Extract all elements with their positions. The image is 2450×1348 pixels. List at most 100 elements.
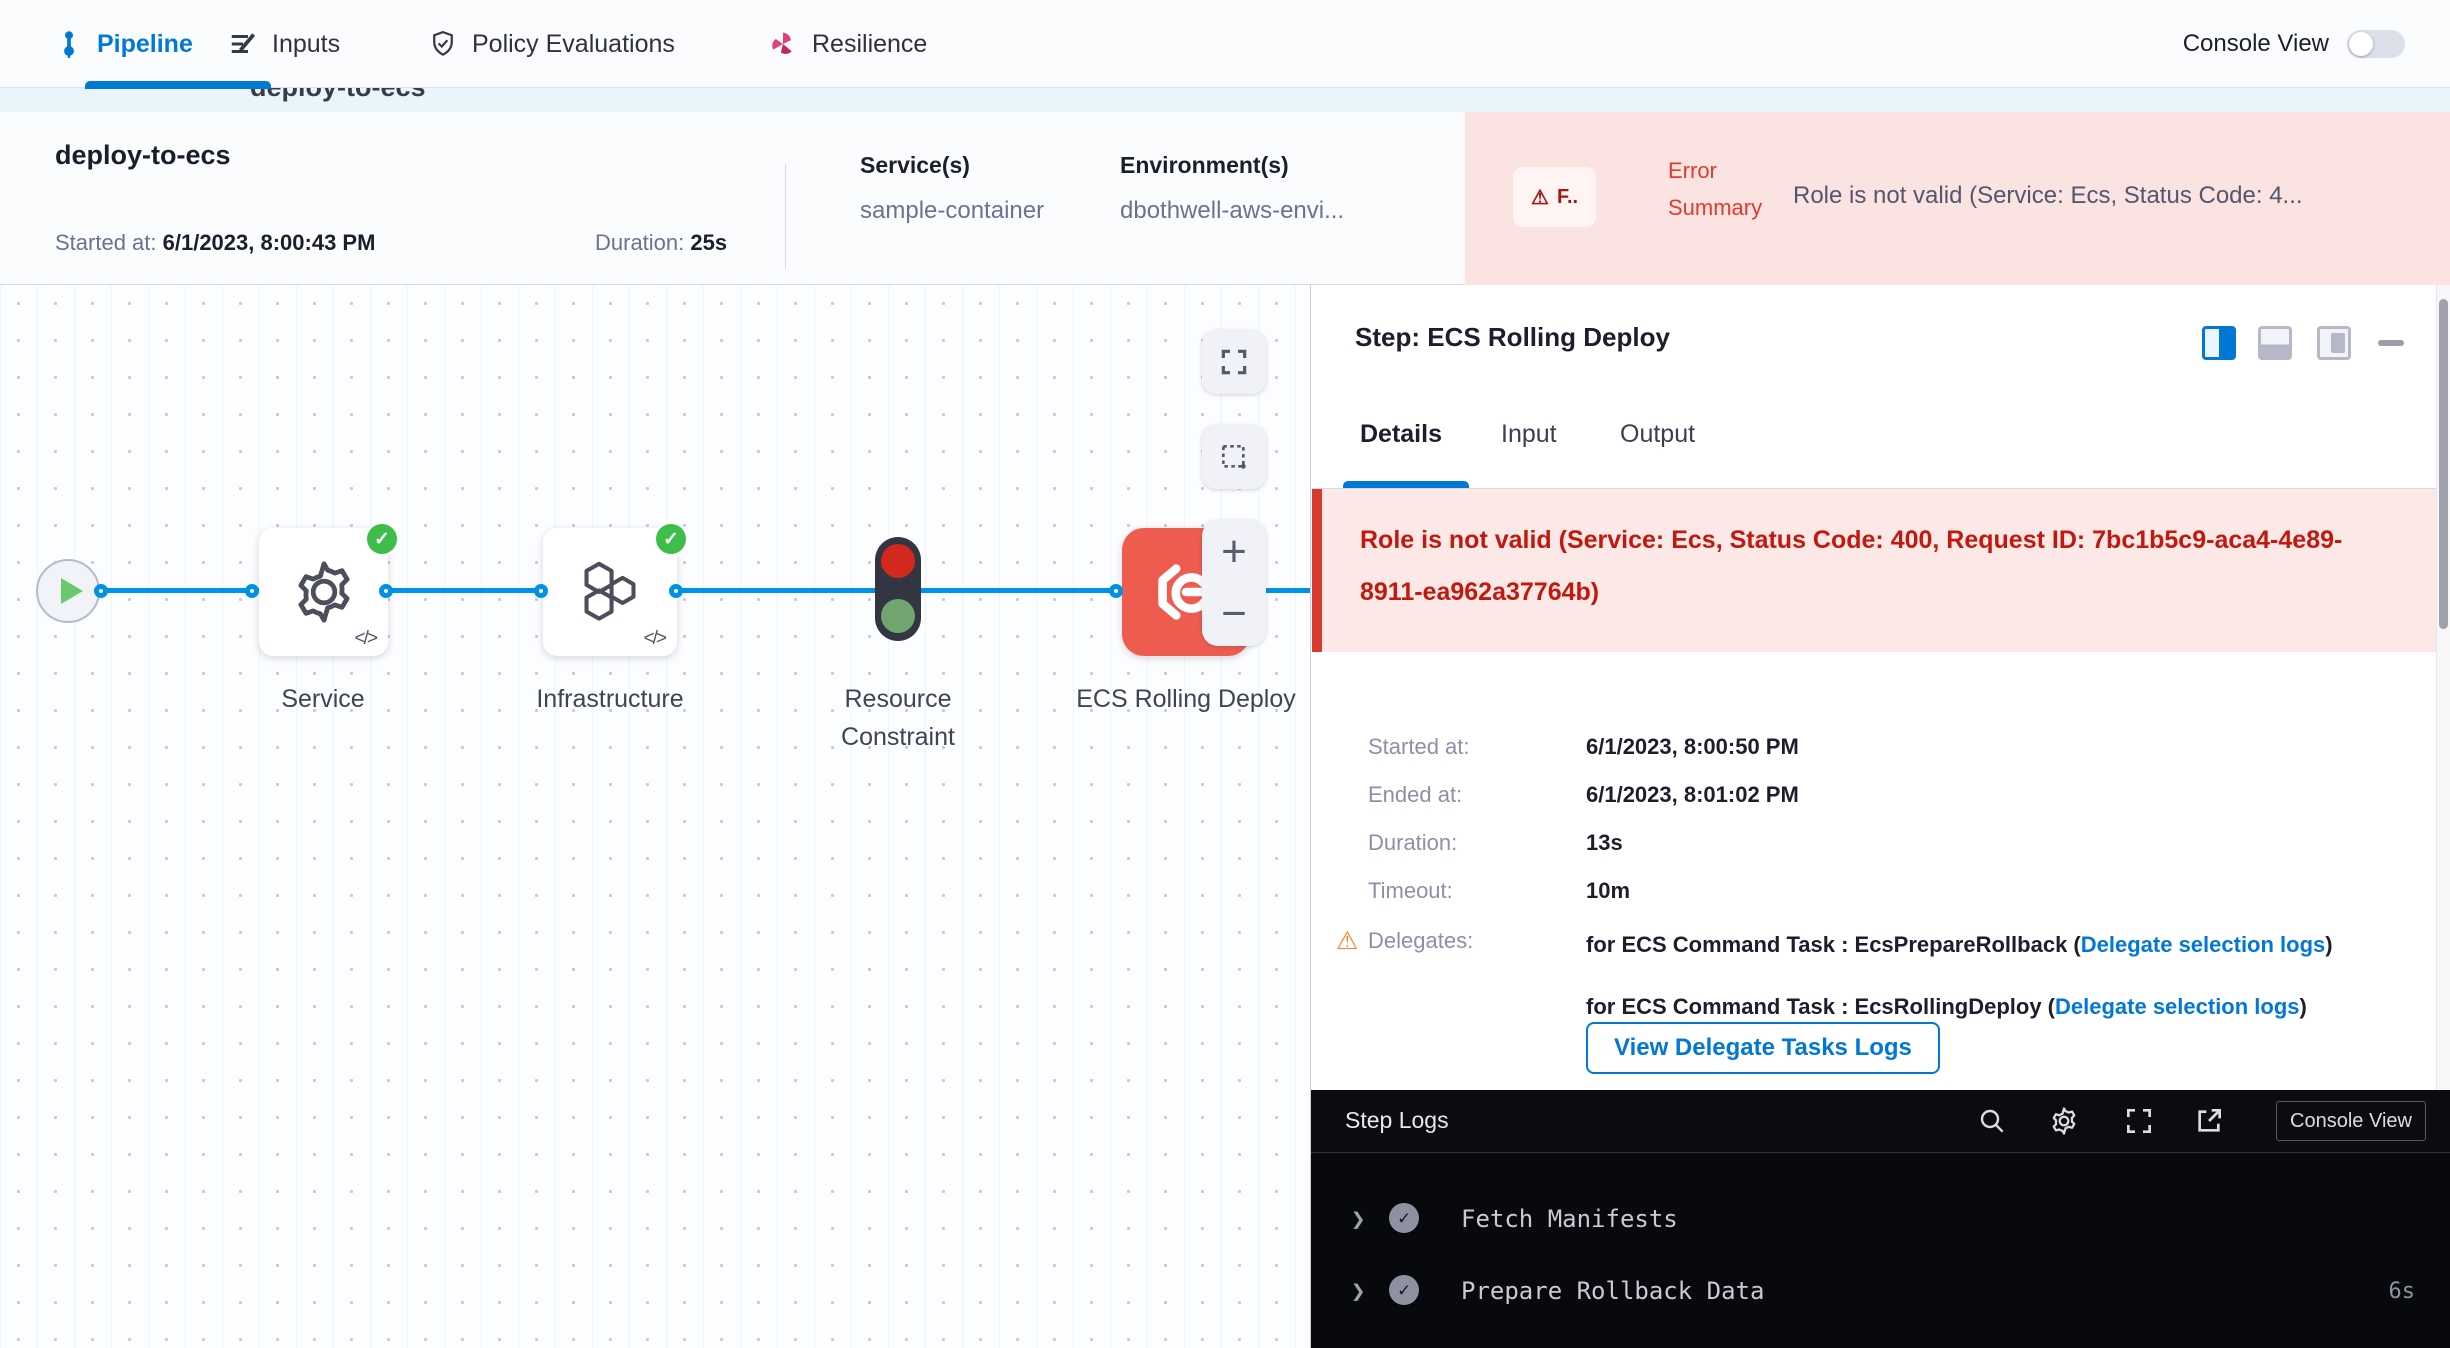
open-external-icon[interactable] xyxy=(2193,1105,2225,1137)
delegate-1-text: for ECS Command Task : EcsPrepareRollbac… xyxy=(1586,932,2081,957)
tab-input[interactable]: Input xyxy=(1501,420,1557,449)
canvas-zoom-control: + − xyxy=(1202,520,1266,646)
tab-policy-evaluations[interactable]: Policy Evaluations xyxy=(428,0,675,88)
tab-output[interactable]: Output xyxy=(1620,420,1695,449)
log-step-duration: 6s xyxy=(2389,1279,2416,1304)
detail-duration-value: 13s xyxy=(1586,830,1623,856)
edge-connector-dot[interactable] xyxy=(245,584,259,598)
node-ecs-rolling-deploy-label: ECS Rolling Deploy xyxy=(1076,680,1296,718)
chevron-right-icon[interactable]: ❯ xyxy=(1351,1277,1365,1305)
node-service-label: Service xyxy=(213,680,433,718)
zoom-in-button[interactable]: + xyxy=(1221,530,1247,574)
delegate-2-selection-logs-link[interactable]: Delegate selection logs xyxy=(2055,994,2300,1019)
node-infrastructure[interactable]: ✓ </> xyxy=(543,528,677,656)
detail-timeout-value: 10m xyxy=(1586,878,1630,904)
marquee-select-icon xyxy=(1218,441,1250,473)
expand-icon[interactable] xyxy=(2123,1105,2155,1137)
environments-label: Environment(s) xyxy=(1120,152,1344,179)
traffic-light-red xyxy=(881,544,915,578)
duration: Duration: 25s xyxy=(595,230,727,256)
started-at: Started at: 6/1/2023, 8:00:43 PM xyxy=(55,230,375,256)
fullscreen-icon xyxy=(1218,346,1250,378)
gear-icon xyxy=(288,556,360,628)
yaml-code-glyph: </> xyxy=(355,628,376,650)
clipped-pipeline-title: deploy-to-ecs xyxy=(250,88,426,103)
logs-console-view-button[interactable]: Console View xyxy=(2276,1101,2426,1141)
start-node[interactable] xyxy=(36,559,100,623)
services-label: Service(s) xyxy=(860,152,1044,179)
edge-connector-dot[interactable] xyxy=(379,584,393,598)
tab-resilience-label: Resilience xyxy=(812,30,927,59)
toggle-knob xyxy=(2349,32,2373,56)
resilience-icon xyxy=(768,29,798,59)
detail-ended-value: 6/1/2023, 8:01:02 PM xyxy=(1586,782,1799,808)
view-delegate-tasks-logs-button[interactable]: View Delegate Tasks Logs xyxy=(1586,1022,1940,1074)
chevron-right-icon[interactable]: ❯ xyxy=(1351,1205,1365,1233)
detail-delegates-label: Delegates: xyxy=(1368,928,1473,954)
step-logs-panel: Step Logs Console View ❯ ✓ Fetch Manifes… xyxy=(1311,1090,2450,1348)
log-success-icon: ✓ xyxy=(1389,1203,1419,1233)
hexagons-icon xyxy=(574,556,646,628)
minimize-panel-icon[interactable] xyxy=(2378,340,2404,346)
zoom-out-button[interactable]: − xyxy=(1221,592,1247,636)
environments-block: Environment(s) dbothwell-aws-envi... xyxy=(1120,152,1344,225)
execution-header: deploy-to-ecs Started at: 6/1/2023, 8:00… xyxy=(0,112,2450,285)
detail-duration-label: Duration: xyxy=(1368,830,1457,856)
pipeline-icon xyxy=(55,29,83,59)
duration-label: Duration: xyxy=(595,230,690,255)
header-divider xyxy=(785,164,786,269)
edge-connector-dot[interactable] xyxy=(1109,584,1123,598)
node-resource-constraint-label: Resource Constraint xyxy=(788,680,1008,756)
log-row-fetch-manifests[interactable]: ❯ ✓ Fetch Manifests xyxy=(1311,1195,2450,1243)
node-infrastructure-label: Infrastructure xyxy=(500,680,720,718)
error-summary-text: Role is not valid (Service: Ecs, Status … xyxy=(1793,182,2438,210)
success-badge: ✓ xyxy=(367,524,397,554)
scrolled-content-strip: deploy-to-ecs xyxy=(0,88,2450,112)
play-icon xyxy=(61,578,83,604)
log-step-name: Fetch Manifests xyxy=(1461,1205,1678,1233)
tab-pipeline-label: Pipeline xyxy=(97,30,193,59)
step-logs-header: Step Logs Console View xyxy=(1311,1090,2450,1153)
status-badge: ⚠ F.. xyxy=(1513,167,1596,227)
edge-connector-dot[interactable] xyxy=(534,584,548,598)
tab-policy-evaluations-label: Policy Evaluations xyxy=(472,30,675,59)
layout-right-panel-icon[interactable] xyxy=(2202,326,2236,360)
services-value[interactable]: sample-container xyxy=(860,197,1044,225)
environments-value[interactable]: dbothwell-aws-envi... xyxy=(1120,197,1344,225)
tab-pipeline[interactable]: Pipeline xyxy=(55,0,193,88)
started-at-value: 6/1/2023, 8:00:43 PM xyxy=(163,230,376,255)
delegate-2-text: for ECS Command Task : EcsRollingDeploy … xyxy=(1586,994,2055,1019)
tab-details[interactable]: Details xyxy=(1360,420,1442,449)
error-summary-region: ⚠ F.. Error Summary Role is not valid (S… xyxy=(1465,112,2450,285)
edge-connector-dot[interactable] xyxy=(94,584,108,598)
scrollbar-thumb[interactable] xyxy=(2439,299,2448,629)
canvas-fit-view-button[interactable] xyxy=(1202,330,1266,394)
layout-bottom-panel-icon[interactable] xyxy=(2258,326,2292,360)
log-row-prepare-rollback-data[interactable]: ❯ ✓ Prepare Rollback Data 6s xyxy=(1311,1267,2450,1315)
pipeline-name: deploy-to-ecs xyxy=(55,140,231,171)
warning-icon: ⚠ xyxy=(1531,185,1549,210)
step-error-banner: Role is not valid (Service: Ecs, Status … xyxy=(1312,489,2436,652)
step-logs-title: Step Logs xyxy=(1345,1107,1449,1134)
detail-started-value: 6/1/2023, 8:00:50 PM xyxy=(1586,734,1799,760)
delegates-warning-icon: ⚠ xyxy=(1336,926,1358,956)
pipeline-canvas[interactable]: ✓ </> Service ✓ </> Infrastructure Resou… xyxy=(0,285,1311,1348)
log-success-icon: ✓ xyxy=(1389,1275,1419,1305)
search-icon[interactable] xyxy=(1976,1105,2008,1137)
node-resource-constraint[interactable] xyxy=(875,537,921,641)
tab-resilience[interactable]: Resilience xyxy=(768,0,927,88)
tab-inputs[interactable]: Inputs xyxy=(228,0,340,88)
layout-floating-panel-icon[interactable] xyxy=(2317,326,2351,360)
step-panel-title: Step: ECS Rolling Deploy xyxy=(1355,322,1670,353)
edge-connector-dot[interactable] xyxy=(669,584,683,598)
top-nav: Pipeline Inputs Policy Evaluations Resil… xyxy=(0,0,2450,88)
node-service[interactable]: ✓ </> xyxy=(259,528,388,656)
canvas-select-button[interactable] xyxy=(1202,425,1266,489)
delegate-1-selection-logs-link[interactable]: Delegate selection logs xyxy=(2081,932,2326,957)
gear-icon[interactable] xyxy=(2048,1105,2080,1137)
console-view-toggle[interactable] xyxy=(2347,30,2405,58)
panel-scrollbar xyxy=(2436,285,2450,1090)
started-at-label: Started at: xyxy=(55,230,163,255)
log-step-name: Prepare Rollback Data xyxy=(1461,1277,1764,1305)
traffic-light-green xyxy=(881,599,915,633)
